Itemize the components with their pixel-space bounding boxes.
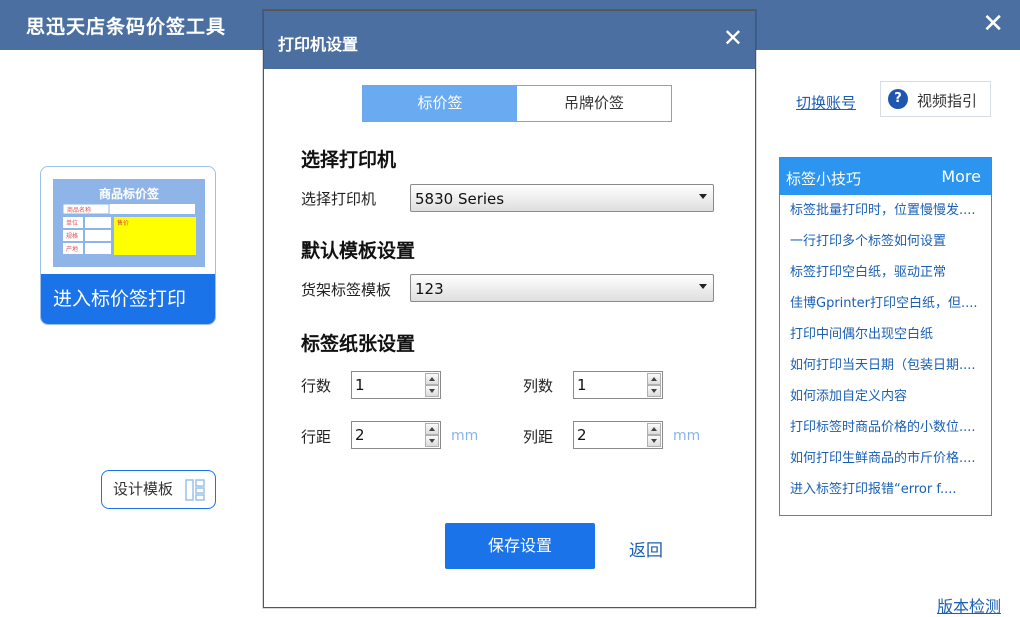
rows-label: 行数	[301, 377, 332, 395]
col-gap-value: 2	[577, 426, 587, 444]
col-gap-decrement-icon[interactable]	[647, 435, 661, 447]
dialog-close-icon[interactable]: ✕	[723, 25, 743, 51]
tip-item[interactable]: 标签打印空白纸，驱动正常	[780, 257, 991, 288]
label-type-tabs: 标价签 吊牌价签	[362, 85, 672, 122]
price-tag-print-card[interactable]: 商品标价签 商品名称 单位 规格 产地 售价 进入标价签打印	[40, 166, 216, 325]
help-question-icon: ?	[888, 89, 908, 109]
tips-panel: 标签小技巧 More 标签批量打印时，位置慢慢发.... 一行打印多个标签如何设…	[779, 157, 992, 516]
tip-item[interactable]: 一行打印多个标签如何设置	[780, 226, 991, 257]
rows-decrement-icon[interactable]	[425, 385, 439, 397]
thumb-field-1: 商品名称	[67, 206, 91, 214]
tips-title: 标签小技巧	[786, 170, 862, 188]
paper-section-heading: 标签纸张设置	[301, 333, 416, 355]
app-title: 思迅天店条码价签工具	[26, 16, 227, 38]
tip-item[interactable]: 佳博Gprinter打印空白纸，但....	[780, 288, 991, 319]
col-gap-label: 列距	[523, 428, 554, 446]
thumb-field-2: 单位	[66, 219, 78, 227]
tip-item[interactable]: 如何打印生鲜商品的市斤价格....	[780, 443, 991, 474]
row-gap-label: 行距	[301, 428, 332, 446]
app-close-icon[interactable]: ✕	[982, 10, 1004, 38]
row-gap-decrement-icon[interactable]	[425, 435, 439, 447]
cols-decrement-icon[interactable]	[647, 385, 661, 397]
cols-value: 1	[577, 376, 587, 394]
row-gap-unit: mm	[451, 428, 479, 444]
tip-item[interactable]: 如何添加自定义内容	[780, 381, 991, 412]
tip-item[interactable]: 打印中间偶尔出现空白纸	[780, 319, 991, 350]
rows-value: 1	[355, 376, 365, 394]
save-settings-button[interactable]: 保存设置	[445, 523, 595, 569]
col-gap-increment-icon[interactable]	[647, 423, 661, 435]
col-gap-unit: mm	[673, 428, 701, 444]
printer-section-heading: 选择打印机	[301, 149, 397, 171]
video-guide-button[interactable]: ? 视频指引	[880, 81, 991, 117]
shelf-template-select-value: 123	[415, 280, 444, 298]
dialog-header: 打印机设置 ✕	[264, 11, 755, 69]
thumb-title: 商品标价签	[99, 186, 160, 201]
tips-list: 标签批量打印时，位置慢慢发.... 一行打印多个标签如何设置 标签打印空白纸，驱…	[780, 195, 991, 505]
tip-item[interactable]: 标签批量打印时，位置慢慢发....	[780, 195, 991, 226]
thumb-price: 售价	[117, 219, 129, 227]
printer-label: 选择打印机	[301, 190, 377, 208]
tip-item[interactable]: 打印标签时商品价格的小数位....	[780, 412, 991, 443]
switch-account-link[interactable]: 切换账号	[796, 92, 856, 113]
cols-label: 列数	[523, 377, 554, 395]
cols-increment-icon[interactable]	[647, 373, 661, 385]
chevron-down-icon	[699, 284, 707, 289]
row-gap-stepper[interactable]: 2	[351, 421, 441, 449]
tip-item[interactable]: 进入标签打印报错“error f....	[780, 474, 991, 505]
rows-increment-icon[interactable]	[425, 373, 439, 385]
cols-stepper[interactable]: 1	[573, 371, 663, 399]
row-gap-value: 2	[355, 426, 365, 444]
chevron-down-icon	[699, 194, 707, 199]
tab-hang-tag[interactable]: 吊牌价签	[517, 86, 671, 121]
design-template-label: 设计模板	[113, 480, 174, 498]
printer-select[interactable]: 5830 Series	[410, 184, 714, 212]
tip-item[interactable]: 如何打印当天日期（包装日期....	[780, 350, 991, 381]
row-gap-increment-icon[interactable]	[425, 423, 439, 435]
thumb-field-4: 产地	[66, 245, 78, 253]
col-gap-stepper[interactable]: 2	[573, 421, 663, 449]
tips-header: 标签小技巧 More	[780, 158, 991, 195]
shelf-template-label: 货架标签模板	[301, 281, 392, 299]
video-guide-label: 视频指引	[917, 92, 978, 110]
shelf-template-select[interactable]: 123	[410, 274, 714, 302]
printer-settings-dialog: 打印机设置 ✕ 标价签 吊牌价签 选择打印机 选择打印机 5830 Series…	[263, 10, 756, 608]
tab-price-tag[interactable]: 标价签	[363, 86, 517, 121]
printer-select-value: 5830 Series	[415, 190, 505, 208]
version-check-link[interactable]: 版本检测	[937, 593, 1001, 617]
price-tag-thumbnail-icon: 商品标价签 商品名称 单位 规格 产地 售价	[53, 179, 205, 267]
template-section-heading: 默认模板设置	[301, 240, 416, 262]
tips-more-link[interactable]: More	[941, 167, 981, 186]
price-tag-print-label: 进入标价签打印	[41, 274, 215, 324]
layout-grid-icon	[185, 479, 205, 501]
thumb-field-3: 规格	[66, 232, 78, 240]
rows-stepper[interactable]: 1	[351, 371, 441, 399]
back-link[interactable]: 返回	[629, 536, 663, 561]
design-template-button[interactable]: 设计模板	[101, 470, 216, 509]
dialog-title: 打印机设置	[278, 35, 359, 54]
